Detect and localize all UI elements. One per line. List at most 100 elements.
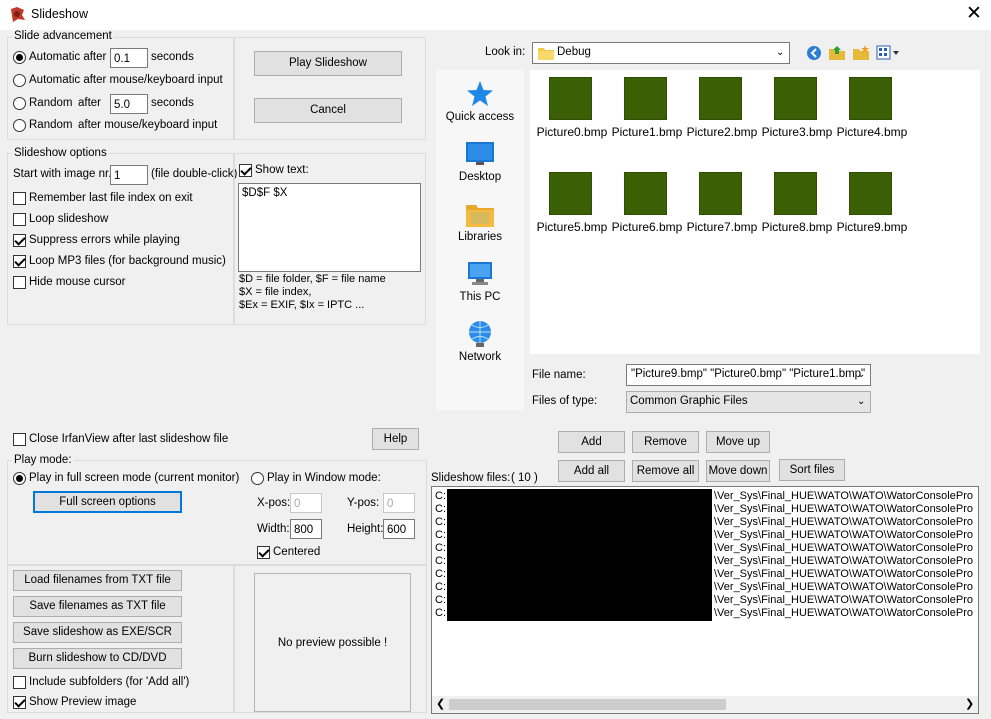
cancel-button[interactable]: Cancel — [254, 98, 402, 123]
radio-window-mode[interactable] — [251, 472, 264, 485]
image-thumbnail — [699, 172, 742, 215]
slideshow-files-count: ( 10 ) — [511, 472, 538, 484]
place-libraries[interactable]: Libraries — [434, 200, 526, 243]
burn-cd-button[interactable]: Burn slideshow to CD/DVD — [13, 648, 182, 669]
view-menu-icon[interactable] — [876, 45, 900, 61]
width-input[interactable]: 800 — [290, 519, 322, 539]
file-item[interactable]: Picture5.bmp — [533, 172, 611, 234]
slideshow-app-icon — [11, 7, 25, 22]
file-item[interactable]: Picture7.bmp — [683, 172, 761, 234]
file-row-prefix: C: — [435, 568, 446, 580]
remember-index-checkbox[interactable] — [13, 192, 26, 205]
radio-random-after[interactable] — [13, 97, 26, 110]
redaction-block — [447, 489, 712, 621]
remember-index-label: Remember last file index on exit — [29, 192, 193, 204]
back-icon[interactable] — [806, 45, 822, 61]
seconds-label: seconds — [151, 51, 194, 63]
remove-all-button[interactable]: Remove all — [632, 460, 699, 482]
place-network[interactable]: Network — [434, 320, 526, 363]
window-mode-label: Play in Window mode: — [267, 472, 381, 484]
show-preview-checkbox[interactable] — [13, 696, 26, 709]
files-of-type-value: Common Graphic Files — [630, 395, 748, 407]
add-all-button[interactable]: Add all — [558, 460, 625, 482]
loop-slideshow-checkbox[interactable] — [13, 213, 26, 226]
xpos-input[interactable]: 0 — [290, 493, 322, 513]
full-screen-options-button[interactable]: Full screen options — [33, 491, 182, 513]
file-name-combo[interactable]: "Picture9.bmp" "Picture0.bmp" "Picture1.… — [626, 364, 871, 386]
radio-full-screen[interactable] — [13, 472, 26, 485]
file-item-label: Picture9.bmp — [836, 220, 908, 234]
place-desktop[interactable]: Desktop — [434, 140, 526, 183]
file-row-prefix: C: — [435, 607, 446, 619]
automatic-seconds-input[interactable]: 0.1 — [110, 48, 148, 68]
files-of-type-combo[interactable]: Common Graphic Files ⌄ — [626, 391, 871, 413]
file-item-label: Picture4.bmp — [836, 125, 908, 139]
scrollbar-thumb[interactable] — [449, 699, 726, 710]
file-row-path: \Ver_Sys\Final_HUE\WATO\WATO\WatorConsol… — [714, 529, 973, 541]
up-folder-icon[interactable] — [828, 44, 846, 61]
play-mode-title: Play mode: — [12, 454, 74, 466]
random-after-label: after — [78, 97, 102, 109]
this-pc-icon — [468, 262, 492, 285]
slideshow-files-list[interactable]: C: \Ver_Sys\Final_HUE\WATO\WATO\WatorCons… — [431, 486, 979, 714]
save-exe-button[interactable]: Save slideshow as EXE/SCR — [13, 622, 182, 643]
loop-slideshow-label: Loop slideshow — [29, 213, 109, 225]
new-folder-icon[interactable] — [852, 44, 870, 61]
scroll-left-icon[interactable]: ❮ — [436, 697, 445, 710]
add-button[interactable]: Add — [558, 431, 625, 453]
show-text-checkbox[interactable] — [239, 164, 252, 177]
play-slideshow-button[interactable]: Play Slideshow — [254, 51, 402, 76]
place-quick-access[interactable]: Quick access — [434, 80, 526, 123]
chevron-down-icon: ⌄ — [857, 396, 866, 407]
look-in-label: Look in: — [485, 46, 526, 58]
radio-random-input[interactable] — [13, 119, 26, 132]
file-item[interactable]: Picture0.bmp — [533, 77, 611, 139]
file-item[interactable]: Picture4.bmp — [833, 77, 911, 139]
radio-automatic-after[interactable] — [13, 51, 26, 64]
start-image-input[interactable]: 1 — [110, 165, 148, 185]
help-button[interactable]: Help — [372, 428, 419, 450]
file-item[interactable]: Picture2.bmp — [683, 77, 761, 139]
file-item-label: Picture6.bmp — [611, 220, 683, 234]
load-txt-button[interactable]: Load filenames from TXT file — [13, 570, 182, 591]
file-row-path: \Ver_Sys\Final_HUE\WATO\WATO\WatorConsol… — [714, 555, 973, 567]
sort-files-button[interactable]: Sort files — [779, 459, 845, 481]
place-this-pc[interactable]: This PC — [434, 260, 526, 303]
help-line-2: $X = file index, — [239, 286, 312, 298]
move-down-button[interactable]: Move down — [706, 460, 770, 482]
close-icon[interactable]: ✕ — [962, 2, 986, 26]
save-txt-button[interactable]: Save filenames as TXT file — [13, 596, 182, 617]
file-row-path: \Ver_Sys\Final_HUE\WATO\WATO\WatorConsol… — [714, 516, 973, 528]
hide-cursor-checkbox[interactable] — [13, 276, 26, 289]
file-item[interactable]: Picture9.bmp — [833, 172, 911, 234]
file-item[interactable]: Picture6.bmp — [608, 172, 686, 234]
automatic-after-label: Automatic after — [29, 51, 107, 63]
move-up-button[interactable]: Move up — [706, 431, 770, 453]
random-seconds-input[interactable]: 5.0 — [110, 94, 148, 114]
close-after-checkbox[interactable] — [13, 433, 26, 446]
include-subfolders-checkbox[interactable] — [13, 676, 26, 689]
show-text-textarea[interactable]: $D$F $X — [238, 183, 421, 272]
file-item[interactable]: Picture3.bmp — [758, 77, 836, 139]
radio-automatic-input[interactable] — [13, 74, 26, 87]
file-row-path: \Ver_Sys\Final_HUE\WATO\WATO\WatorConsol… — [714, 594, 973, 606]
desktop-icon — [466, 142, 494, 165]
file-item-label: Picture0.bmp — [536, 125, 608, 139]
place-label: Libraries — [457, 231, 503, 243]
ypos-input[interactable]: 0 — [383, 493, 415, 513]
start-image-hint: (file double-click) — [151, 168, 238, 180]
centered-checkbox[interactable] — [257, 546, 270, 559]
xpos-label: X-pos: — [257, 497, 291, 509]
random-input-label: Random — [29, 119, 73, 131]
horizontal-scrollbar[interactable]: ❮ ❯ — [432, 696, 978, 713]
loop-mp3-checkbox[interactable] — [13, 255, 26, 268]
scroll-right-icon[interactable]: ❯ — [965, 697, 974, 710]
suppress-errors-checkbox[interactable] — [13, 234, 26, 247]
file-row-prefix: C: — [435, 503, 446, 515]
look-in-combo[interactable]: Debug ⌄ — [532, 42, 790, 64]
file-item[interactable]: Picture8.bmp — [758, 172, 836, 234]
show-text-label: Show text: — [255, 164, 309, 176]
remove-button[interactable]: Remove — [632, 431, 699, 453]
file-item[interactable]: Picture1.bmp — [608, 77, 686, 139]
height-input[interactable]: 600 — [383, 519, 415, 539]
